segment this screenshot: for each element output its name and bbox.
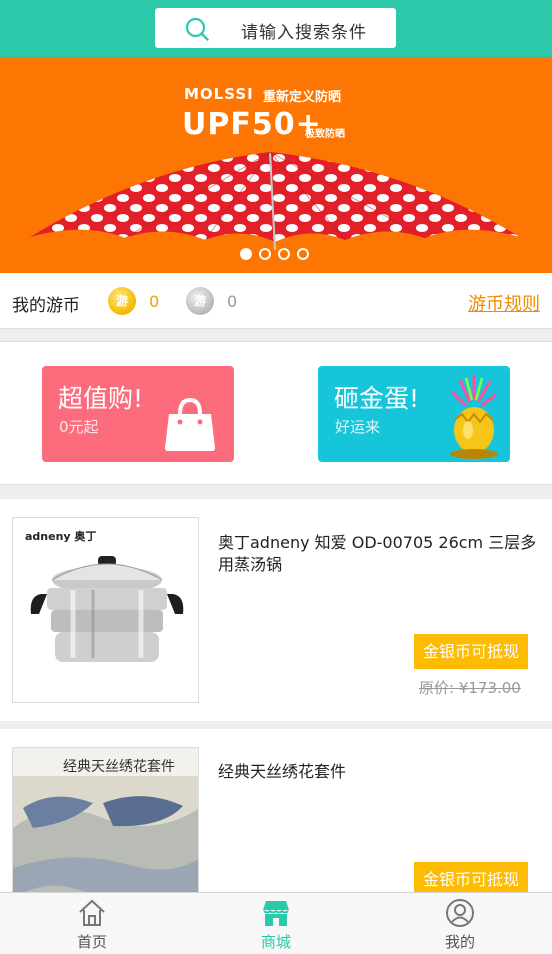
original-price: 原价: ¥173.00 <box>419 679 521 697</box>
pagination-dot[interactable] <box>297 248 309 260</box>
promo-subtitle: 0元起 <box>59 418 99 436</box>
shopping-bag-icon <box>165 397 215 451</box>
search-placeholder: 请输入搜索条件 <box>241 23 367 43</box>
promo-subtitle: 好运来 <box>335 418 381 436</box>
coin-rules-link[interactable]: 游币规则 <box>468 290 540 316</box>
pagination-dot[interactable] <box>278 248 290 260</box>
tab-profile[interactable]: 我的 <box>368 893 552 954</box>
golden-egg-icon <box>450 376 498 459</box>
umbrella-image <box>30 151 520 251</box>
product-thumbnail[interactable]: adneny 奥丁 <box>12 517 199 703</box>
tab-home[interactable]: 首页 <box>0 893 184 954</box>
product-name[interactable]: 经典天丝绣花套件 <box>218 761 538 783</box>
banner-pagination <box>240 248 309 260</box>
value-buy-button[interactable]: 超值购! 0元起 <box>42 366 234 462</box>
gold-coin-glyph: 游 <box>115 294 128 308</box>
promo-section: 超值购! 0元起 砸金蛋! 好运来 <box>0 341 552 485</box>
gold-coin-icon: 游 <box>108 287 136 315</box>
search-bar[interactable]: 请输入搜索条件 <box>155 8 396 48</box>
top-header: 请输入搜索条件 <box>0 0 552 57</box>
product-card[interactable]: 经典天丝绣花套件 经典天丝绣花套件 金银币可抵现 <box>0 729 552 933</box>
tab-label: 商城 <box>260 933 291 951</box>
steamer-pot-image <box>30 556 184 662</box>
silver-coin-glyph: 游 <box>193 294 206 308</box>
my-coins-label: 我的游币 <box>12 296 80 316</box>
pagination-dot[interactable] <box>240 248 252 260</box>
promo-title: 砸金蛋! <box>334 384 420 413</box>
product-name[interactable]: 奥丁adneny 知爱 OD-00705 26cm 三层多用蒸汤锅 <box>218 532 538 576</box>
promo-banner[interactable]: MOLSSI 重新定义防晒 UPF50+ 极致防晒 <box>0 57 552 273</box>
gold-coin-count: 0 <box>149 292 160 311</box>
shop-icon <box>263 901 289 926</box>
thumbnail-caption: 经典天丝绣花套件 <box>63 759 175 775</box>
silver-coin-icon: 游 <box>186 287 214 315</box>
product-card[interactable]: adneny 奥丁 奥丁adneny 知爱 OD-00705 26cm 三层多用… <box>0 499 552 721</box>
tab-label: 我的 <box>444 933 475 951</box>
banner-subline: 极致防晒 <box>305 129 345 140</box>
pagination-dot[interactable] <box>259 248 271 260</box>
home-icon <box>79 899 105 926</box>
coin-discount-tag: 金银币可抵现 <box>414 634 528 669</box>
search-icon <box>185 17 209 41</box>
banner-brand: MOLSSI <box>184 85 254 103</box>
silver-coin-count: 0 <box>227 292 238 311</box>
promo-title: 超值购! <box>58 384 144 413</box>
tab-label: 首页 <box>76 933 107 951</box>
my-coins-row: 我的游币 游 0 游 0 游币规则 <box>0 273 552 329</box>
bottom-tab-bar: 首页 商城 我的 <box>0 892 552 954</box>
banner-slogan: 重新定义防晒 <box>263 90 342 105</box>
banner-headline: UPF50+ <box>182 107 322 142</box>
smash-egg-button[interactable]: 砸金蛋! 好运来 <box>318 366 510 462</box>
user-icon <box>446 899 474 927</box>
mall-page: 请输入搜索条件 MOLSSI 重新定义防晒 UPF50+ 极致防晒 我的游币 游… <box>0 0 552 954</box>
tab-shop[interactable]: 商城 <box>184 893 368 954</box>
